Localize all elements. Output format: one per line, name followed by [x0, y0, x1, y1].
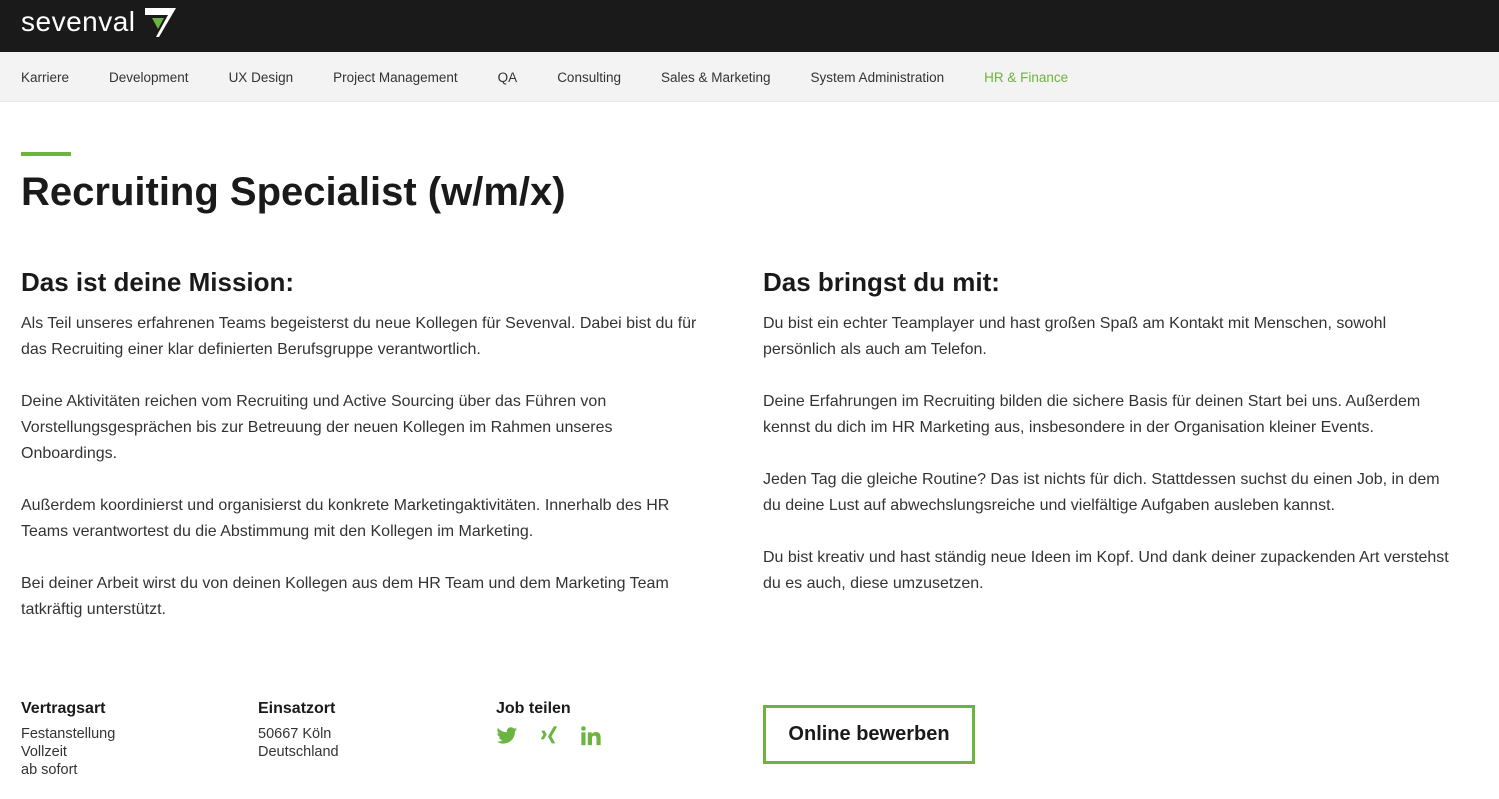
requirements-paragraph: Jeden Tag die gleiche Routine? Das ist n… — [763, 471, 1440, 514]
nav-list: Karriere Development UX Design Project M… — [21, 52, 1108, 102]
mission-paragraph: Als Teil unseres erfahrenen Teams begeis… — [21, 315, 697, 358]
nav-item-ux-design[interactable]: UX Design — [229, 70, 294, 85]
nav-item-hr-finance[interactable]: HR & Finance — [984, 70, 1068, 85]
share-icons — [496, 725, 696, 747]
contract-line: Festanstellung — [21, 726, 116, 742]
contract-info: Vertragsart Festanstellung Vollzeit ab s… — [21, 699, 221, 779]
apply-online-button[interactable]: Online bewerben — [763, 705, 975, 764]
nav-item-karriere[interactable]: Karriere — [21, 70, 69, 85]
mission-section: Das ist deine Mission: Als Teil unseres … — [21, 265, 711, 649]
contract-line: Vollzeit — [21, 744, 67, 760]
xing-icon[interactable] — [538, 725, 560, 747]
page-title: Recruiting Specialist (w/m/x) — [21, 170, 566, 214]
nav-item-qa[interactable]: QA — [498, 70, 518, 85]
nav-item-sales-marketing[interactable]: Sales & Marketing — [661, 70, 771, 85]
nav-item-project-management[interactable]: Project Management — [333, 70, 458, 85]
requirements-section: Das bringst du mit: Du bist ein echter T… — [763, 265, 1453, 623]
contract-label: Vertragsart — [21, 700, 106, 717]
location-info: Einsatzort 50667 Köln Deutschland — [258, 699, 458, 761]
sevenval-logo[interactable]: sevenval — [21, 6, 177, 38]
logo-text: sevenval — [21, 6, 136, 37]
requirements-paragraph: Du bist ein echter Teamplayer und hast g… — [763, 315, 1387, 358]
contract-line: ab sofort — [21, 762, 78, 778]
title-accent-bar — [21, 152, 71, 156]
requirements-paragraph: Deine Erfahrungen im Recruiting bilden d… — [763, 393, 1421, 436]
top-header: sevenval — [0, 0, 1499, 52]
requirements-paragraph: Du bist kreativ und hast ständig neue Id… — [763, 549, 1449, 592]
main-navigation: Karriere Development UX Design Project M… — [0, 52, 1499, 102]
location-label: Einsatzort — [258, 700, 336, 717]
mission-paragraph: Außerdem koordinierst und organisierst d… — [21, 497, 670, 540]
sevenval-logo-icon — [144, 8, 176, 37]
nav-item-system-administration[interactable]: System Administration — [811, 70, 945, 85]
share-label: Job teilen — [496, 700, 571, 717]
mission-paragraph: Deine Aktivitäten reichen vom Recruiting… — [21, 393, 613, 462]
location-line: 50667 Köln — [258, 726, 332, 742]
location-line: Deutschland — [258, 744, 339, 760]
twitter-icon[interactable] — [496, 725, 518, 747]
mission-paragraph: Bei deiner Arbeit wirst du von deinen Ko… — [21, 575, 669, 618]
mission-heading: Das ist deine Mission: — [21, 267, 295, 297]
share-info: Job teilen — [496, 699, 696, 747]
nav-item-development[interactable]: Development — [109, 70, 189, 85]
requirements-heading: Das bringst du mit: — [763, 267, 1000, 297]
nav-item-consulting[interactable]: Consulting — [557, 70, 621, 85]
linkedin-icon[interactable] — [580, 725, 602, 747]
